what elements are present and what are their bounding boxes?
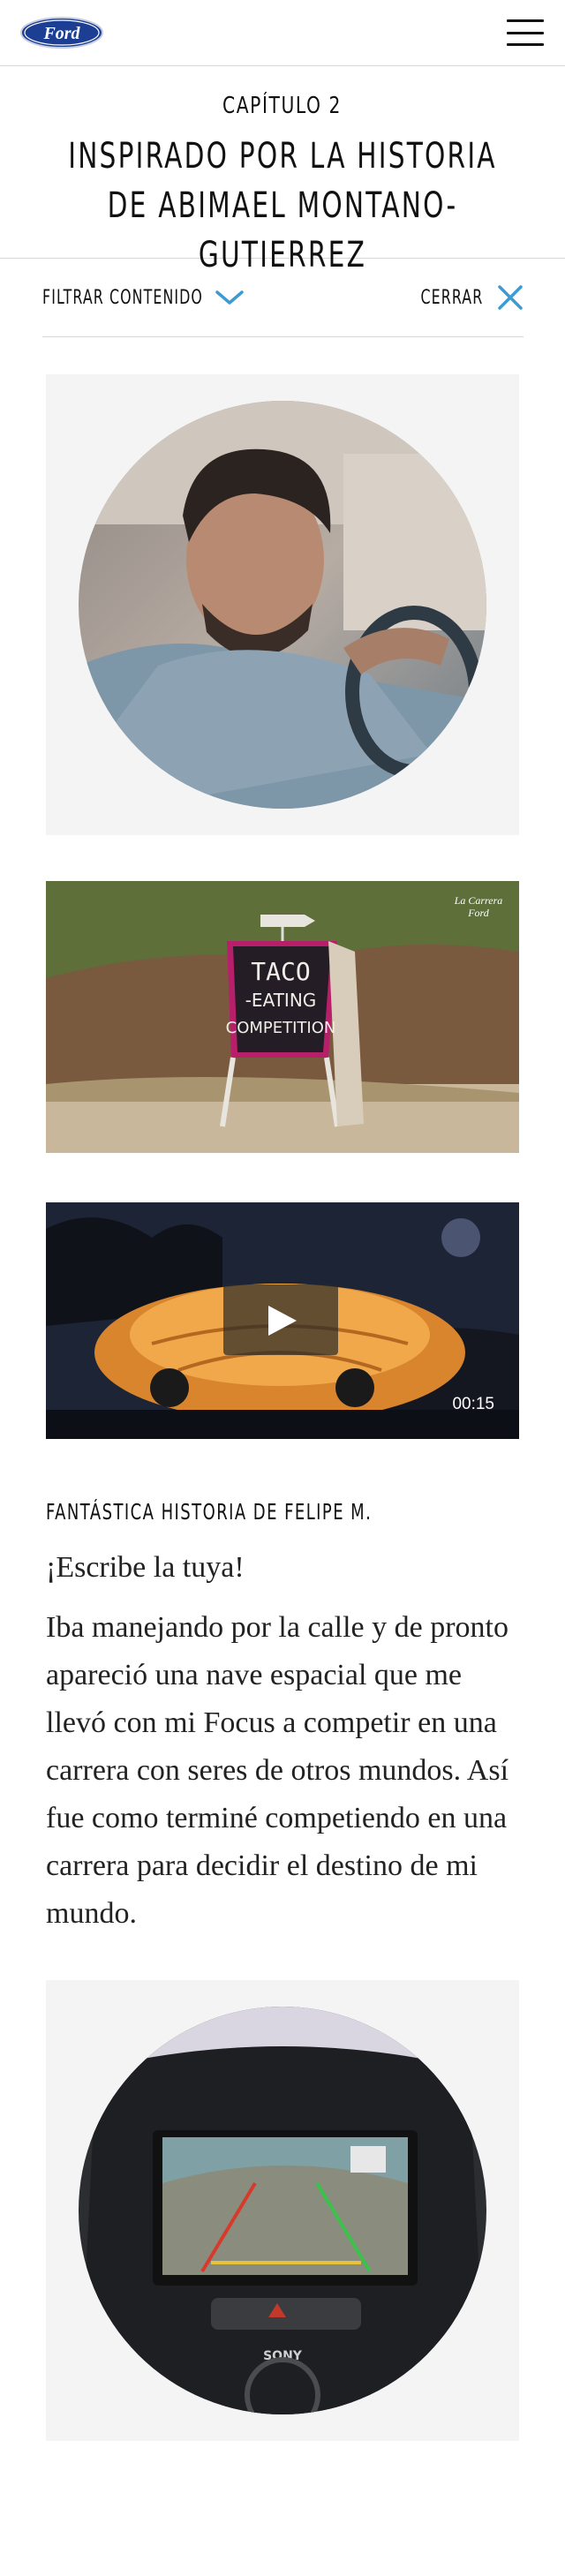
- video-card[interactable]: 00:15: [46, 1202, 519, 1439]
- ford-logo[interactable]: Ford: [19, 16, 104, 49]
- filter-content-button[interactable]: FILTRAR CONTENIDO: [42, 287, 245, 309]
- sign-word-competition: COMPETITION: [226, 1019, 336, 1037]
- video-duration: 00:15: [452, 1395, 494, 1413]
- svg-text:Ford: Ford: [467, 907, 490, 919]
- rearview-camera-image: SONY: [79, 2007, 486, 2414]
- chapter-heading: CAPÍTULO 2 INSPIRADO POR LA HISTORIA DE …: [0, 66, 565, 275]
- chapter-label: CAPÍTULO 2: [222, 93, 343, 119]
- story-body: Iba manejando por la calle y de pronto a…: [46, 1611, 509, 1930]
- driver-portrait-image: [79, 401, 486, 809]
- hamburger-menu-icon[interactable]: [507, 19, 544, 46]
- play-button[interactable]: [223, 1284, 338, 1355]
- play-icon: [268, 1306, 297, 1336]
- taco-sign-image: TACO -EATING COMPETITION La Carrera Ford: [46, 881, 519, 1153]
- close-button[interactable]: CERRAR: [396, 284, 524, 311]
- svg-text:La Carrera: La Carrera: [454, 894, 503, 907]
- chevron-down-icon: [215, 290, 244, 305]
- close-label: CERRAR: [420, 286, 483, 309]
- story-title: FANTÁSTICA HISTORIA DE FELIPE M.: [46, 1499, 373, 1525]
- portrait-card[interactable]: [46, 374, 519, 835]
- rearview-camera-card[interactable]: SONY: [46, 1980, 519, 2441]
- ford-logo-text: Ford: [42, 24, 80, 43]
- site-header: Ford: [0, 0, 565, 66]
- taco-sign-image-card[interactable]: TACO -EATING COMPETITION La Carrera Ford: [46, 881, 519, 1153]
- chapter-title: INSPIRADO POR LA HISTORIA DE ABIMAEL MON…: [68, 136, 497, 275]
- story-subtitle: ¡Escribe la tuya!: [46, 1551, 245, 1584]
- filter-label: FILTRAR CONTENIDO: [42, 286, 203, 309]
- sign-word-taco: TACO: [251, 957, 310, 986]
- close-icon: [498, 285, 523, 310]
- sign-word-eating: -EATING: [245, 990, 317, 1011]
